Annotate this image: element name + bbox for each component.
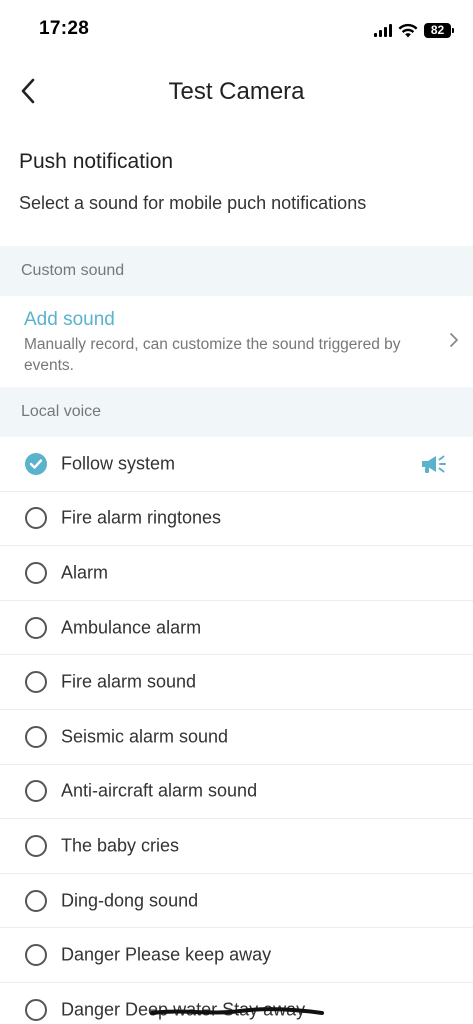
radio-unchecked[interactable]	[25, 507, 47, 530]
radio-unchecked[interactable]	[25, 944, 47, 967]
chevron-right-icon	[450, 333, 458, 347]
add-sound-description: Manually record, can customize the sound…	[24, 336, 401, 374]
add-sound-title: Add sound	[24, 309, 115, 330]
sound-label: Alarm	[61, 562, 109, 583]
sound-item-danger-please-keep-away[interactable]: Danger Please keep away	[0, 928, 473, 983]
battery-icon: 82	[424, 22, 454, 38]
megaphone-icon[interactable]	[419, 453, 449, 475]
check-icon	[29, 459, 43, 469]
sound-item-anti-aircraft-alarm-sound[interactable]: Anti-aircraft alarm sound	[0, 765, 473, 820]
radio-unchecked[interactable]	[25, 834, 47, 857]
radio-unchecked[interactable]	[25, 780, 47, 803]
sound-label: Ambulance alarm	[61, 617, 202, 638]
sound-item-seismic-alarm-sound[interactable]: Seismic alarm sound	[0, 710, 473, 765]
nav-header: Test Camera	[0, 62, 473, 122]
custom-sound-group-header: Custom sound	[0, 246, 473, 296]
sound-item-fire-alarm-ringtones[interactable]: Fire alarm ringtones	[0, 492, 473, 547]
sound-label: Follow system	[61, 453, 176, 474]
radio-unchecked[interactable]	[25, 725, 47, 748]
sound-item-the-baby-cries[interactable]: The baby cries	[0, 819, 473, 874]
sound-item-follow-system[interactable]: Follow system	[0, 437, 473, 492]
sound-item-ding-dong-sound[interactable]: Ding-dong sound	[0, 874, 473, 929]
page: 17:28 82 Test Camera Push notification S…	[0, 0, 473, 1024]
cellular-signal-icon	[374, 23, 392, 37]
radio-unchecked[interactable]	[25, 671, 47, 694]
sound-label: The baby cries	[61, 835, 180, 856]
radio-unchecked[interactable]	[25, 889, 47, 912]
sound-label: Fire alarm sound	[61, 671, 197, 692]
radio-unchecked[interactable]	[25, 561, 47, 584]
sound-item-fire-alarm-sound[interactable]: Fire alarm sound	[0, 655, 473, 710]
sound-item-danger-deep-water-stay-away[interactable]: Danger Deep water Stay away	[0, 983, 473, 1024]
status-time: 17:28	[39, 18, 90, 39]
status-bar: 17:28 82	[0, 0, 473, 60]
add-sound-row[interactable]: Add sound Manually record, can customize…	[0, 296, 473, 387]
sound-label: Fire alarm ringtones	[61, 507, 222, 528]
sound-label: Danger Please keep away	[61, 944, 272, 965]
radio-checked[interactable]	[25, 452, 47, 475]
local-voice-label: Local voice	[21, 403, 102, 420]
redaction-scribble	[150, 1007, 324, 1015]
page-title: Test Camera	[168, 78, 305, 105]
sound-label: Anti-aircraft alarm sound	[61, 780, 258, 801]
sound-label: Seismic alarm sound	[61, 726, 229, 747]
push-notification-description: Select a sound for mobile puch notificat…	[19, 193, 367, 213]
local-voice-group-header: Local voice	[0, 387, 473, 437]
sound-label: Ding-dong sound	[61, 890, 199, 911]
sound-item-ambulance-alarm[interactable]: Ambulance alarm	[0, 601, 473, 656]
sound-item-alarm[interactable]: Alarm	[0, 546, 473, 601]
push-notification-heading: Push notification	[19, 150, 174, 173]
custom-sound-label: Custom sound	[21, 262, 125, 279]
wifi-icon	[398, 23, 418, 37]
sound-list: Follow system Fire alarm ringtones Alarm…	[0, 437, 473, 1024]
radio-unchecked[interactable]	[25, 998, 47, 1021]
radio-unchecked[interactable]	[25, 616, 47, 639]
status-icons: 82	[374, 20, 454, 40]
